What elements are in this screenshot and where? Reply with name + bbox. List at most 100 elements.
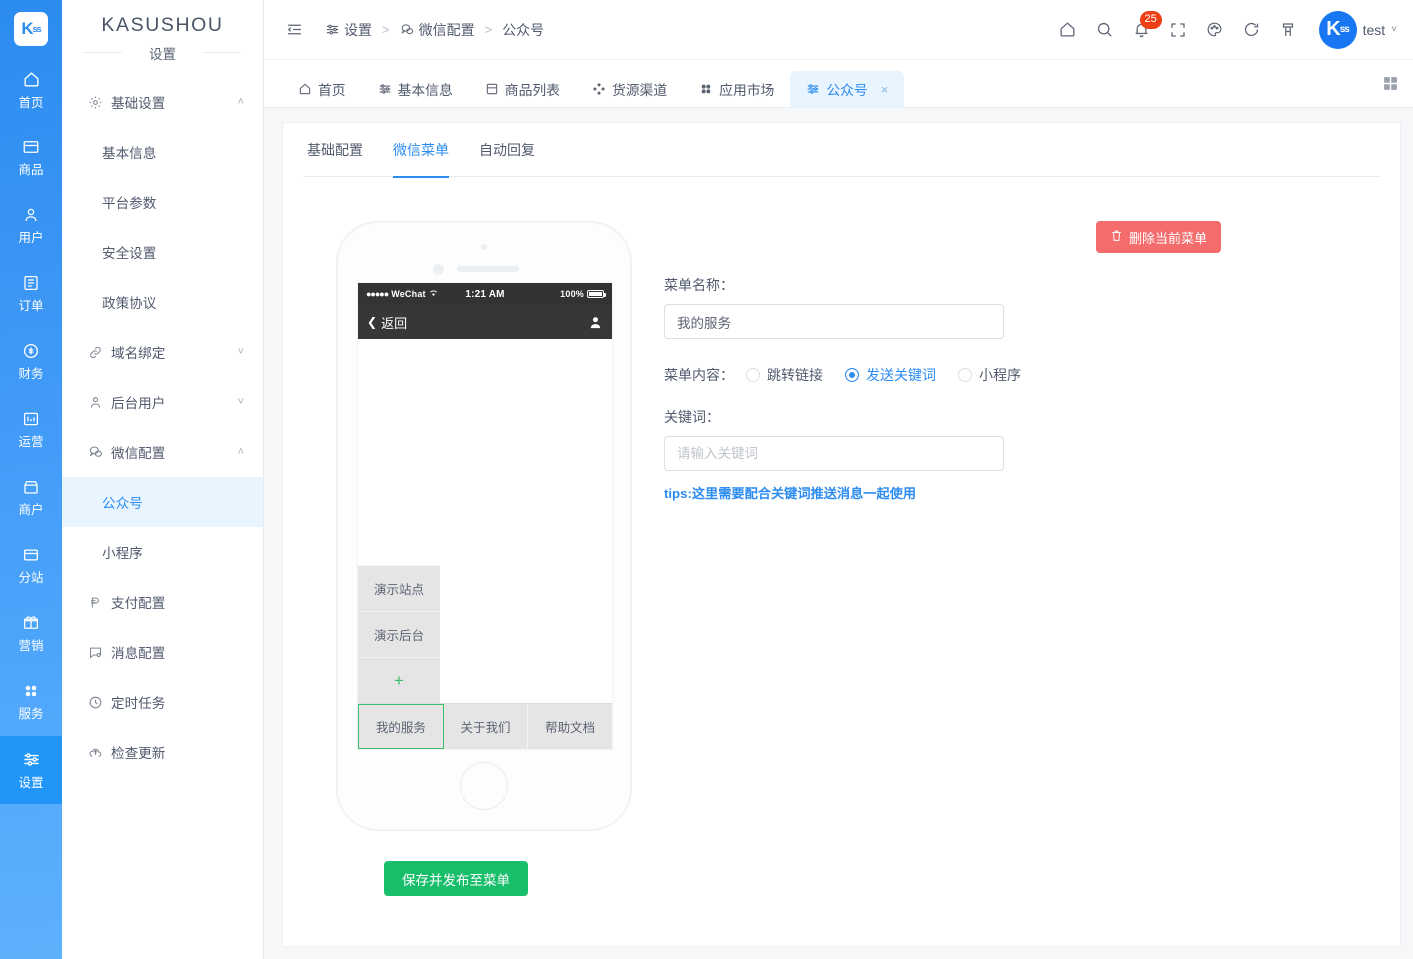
theme-icon[interactable] <box>1205 20 1224 39</box>
close-icon[interactable]: × <box>881 82 889 97</box>
tab-supply-channel[interactable]: 货源渠道 <box>576 71 683 107</box>
sidebar-item-label: 公众号 <box>102 496 143 511</box>
person-icon[interactable] <box>588 315 603 330</box>
rail-item-home[interactable]: 首页 <box>0 56 62 124</box>
sidebar-group-label: 微信配置 <box>111 446 166 461</box>
tab-official-account[interactable]: 公众号 × <box>790 71 905 107</box>
person-icon <box>88 395 107 410</box>
channel-icon <box>592 82 606 96</box>
subtab-auto-reply[interactable]: 自动回复 <box>479 123 535 177</box>
marketing-icon <box>22 614 40 632</box>
radio-jump-link[interactable]: 跳转链接 <box>746 365 823 385</box>
subtab-basic-config[interactable]: 基础配置 <box>307 123 363 177</box>
phone-submenu-item[interactable]: 演示站点 <box>358 565 440 611</box>
sidebar-group-label: 基础设置 <box>111 96 166 111</box>
radio-label: 发送关键词 <box>866 367 936 383</box>
sidebar-group-domain-binding[interactable]: 域名绑定 ˅ <box>62 327 263 377</box>
phone-submenu-item[interactable]: 演示后台 <box>358 611 440 657</box>
menu-item-label: 我的服务 <box>375 721 426 735</box>
subtab-wechat-menu[interactable]: 微信菜单 <box>393 123 449 178</box>
sidebar-group-wechat-config[interactable]: 微信配置 ˄ <box>62 427 263 477</box>
radio-send-keyword[interactable]: 发送关键词 <box>845 365 936 385</box>
breadcrumb-label: 微信配置 <box>418 21 475 38</box>
rail-item-service[interactable]: 服务 <box>0 668 62 736</box>
kasushou-logo[interactable]: Kss <box>14 12 48 46</box>
rail-item-finance[interactable]: 财务 <box>0 328 62 396</box>
phone-submenu-add-button[interactable]: + <box>358 657 440 703</box>
sidebar-item-security-settings[interactable]: 安全设置 <box>62 227 263 277</box>
rail-item-marketing[interactable]: 营销 <box>0 600 62 668</box>
fullscreen-icon[interactable] <box>1169 21 1187 39</box>
rail-item-substation[interactable]: 分站 <box>0 532 62 600</box>
sidebar-menu: 基础设置 ˄ 基本信息 平台参数 安全设置 政策协议 域名绑定 ˅ 后台用户 ˅… <box>62 77 263 777</box>
grid-view-icon[interactable] <box>1382 75 1399 92</box>
radio-dot <box>958 368 972 382</box>
breadcrumb-item-official-account: 公众号 <box>502 20 544 40</box>
sidebar-group-admin-users[interactable]: 后台用户 ˅ <box>62 377 263 427</box>
phone-menu-item-about-us[interactable]: 关于我们 <box>443 704 529 749</box>
order-icon <box>22 274 40 292</box>
apps-icon <box>699 82 713 96</box>
breadcrumb-item-settings[interactable]: 设置 <box>325 20 372 40</box>
clear-cache-icon[interactable] <box>1279 21 1297 39</box>
phone-submenu-list: 演示站点 演示后台 + <box>358 565 440 703</box>
sidebar-group-basic-settings[interactable]: 基础设置 ˄ <box>62 77 263 127</box>
phone-menu-item-my-service[interactable]: 我的服务 <box>358 704 444 749</box>
pay-icon <box>88 595 107 610</box>
sidebar-group-label: 域名绑定 <box>111 346 166 361</box>
phone-nav-bar: ❮ 返回 <box>358 305 612 339</box>
sidebar-item-basic-info[interactable]: 基本信息 <box>62 127 263 177</box>
rail-item-goods[interactable]: 商品 <box>0 124 62 192</box>
radio-label: 小程序 <box>979 367 1021 383</box>
sidebar-item-official-account[interactable]: 公众号 <box>62 477 263 527</box>
search-icon[interactable] <box>1095 20 1114 39</box>
sidebar-item-mini-program[interactable]: 小程序 <box>62 527 263 577</box>
sidebar-item-label: 支付配置 <box>111 596 166 611</box>
submenu-label: 演示后台 <box>373 629 424 643</box>
tab-home[interactable]: 首页 <box>282 71 362 107</box>
back-button[interactable]: ❮ 返回 <box>367 313 407 332</box>
sidebar-item-platform-params[interactable]: 平台参数 <box>62 177 263 227</box>
radio-dot <box>746 368 760 382</box>
sidebar-item-label: 检查更新 <box>111 746 166 761</box>
rail-item-settings[interactable]: 设置 <box>0 736 62 804</box>
refresh-icon[interactable] <box>1242 20 1261 39</box>
settings-icon <box>378 82 392 96</box>
tab-label: 公众号 <box>826 83 868 98</box>
content-area: 基础配置 微信菜单 自动回复 ●●●●● WeChat 1:21 AM 100%… <box>264 108 1413 959</box>
bell-icon[interactable]: 25 <box>1132 11 1162 39</box>
rail-item-user[interactable]: 用户 <box>0 192 62 260</box>
tab-goods-list[interactable]: 商品列表 <box>469 71 576 107</box>
breadcrumb-item-wechat-config[interactable]: 微信配置 <box>400 20 475 40</box>
save-and-publish-button[interactable]: 保存并发布至菜单 <box>384 861 528 896</box>
sidebar-item-message-config[interactable]: 消息配置 <box>62 627 263 677</box>
main-area: 设置 > 微信配置 > 公众号 25 K ss test ˅ 首页 基本信息 商… <box>264 0 1413 959</box>
sidebar-item-check-update[interactable]: 检查更新 <box>62 727 263 777</box>
finance-icon <box>22 342 40 360</box>
settings-icon <box>806 82 820 96</box>
home-icon[interactable] <box>1058 20 1077 39</box>
sidebar-item-pay-config[interactable]: 支付配置 <box>62 577 263 627</box>
rail-item-order[interactable]: 订单 <box>0 260 62 328</box>
menu-fold-icon[interactable] <box>286 21 303 38</box>
phone-speaker <box>457 266 519 272</box>
menu-content-radio-group: 菜单内容： 跳转链接 发送关键词 小程序 <box>664 365 1289 385</box>
delete-current-menu-button[interactable]: 删除当前菜单 <box>1095 221 1221 253</box>
menu-name-input[interactable] <box>664 304 1004 339</box>
rail-item-operation[interactable]: 运营 <box>0 396 62 464</box>
rail-item-merchant[interactable]: 商户 <box>0 464 62 532</box>
rail-label: 财务 <box>18 367 44 381</box>
app-root: Kss 首页 商品 用户 订单 财务 运营 商户 分站 营销 服务 设置 KAS… <box>0 0 1413 959</box>
rail-label: 商户 <box>18 503 44 517</box>
phone-status-bar: ●●●●● WeChat 1:21 AM 100% <box>358 283 612 305</box>
radio-mini-program[interactable]: 小程序 <box>958 365 1021 385</box>
sidebar-item-label: 平台参数 <box>102 196 157 211</box>
rail-label: 服务 <box>18 707 44 721</box>
keyword-input[interactable] <box>664 436 1004 471</box>
phone-menu-item-help-docs[interactable]: 帮助文档 <box>528 704 612 749</box>
sidebar-item-policy-agreement[interactable]: 政策协议 <box>62 277 263 327</box>
user-menu[interactable]: Kss test ˅ <box>1318 10 1397 49</box>
tab-basic-info[interactable]: 基本信息 <box>362 71 469 107</box>
sidebar-item-scheduled-task[interactable]: 定时任务 <box>62 677 263 727</box>
tab-app-market[interactable]: 应用市场 <box>683 71 790 107</box>
